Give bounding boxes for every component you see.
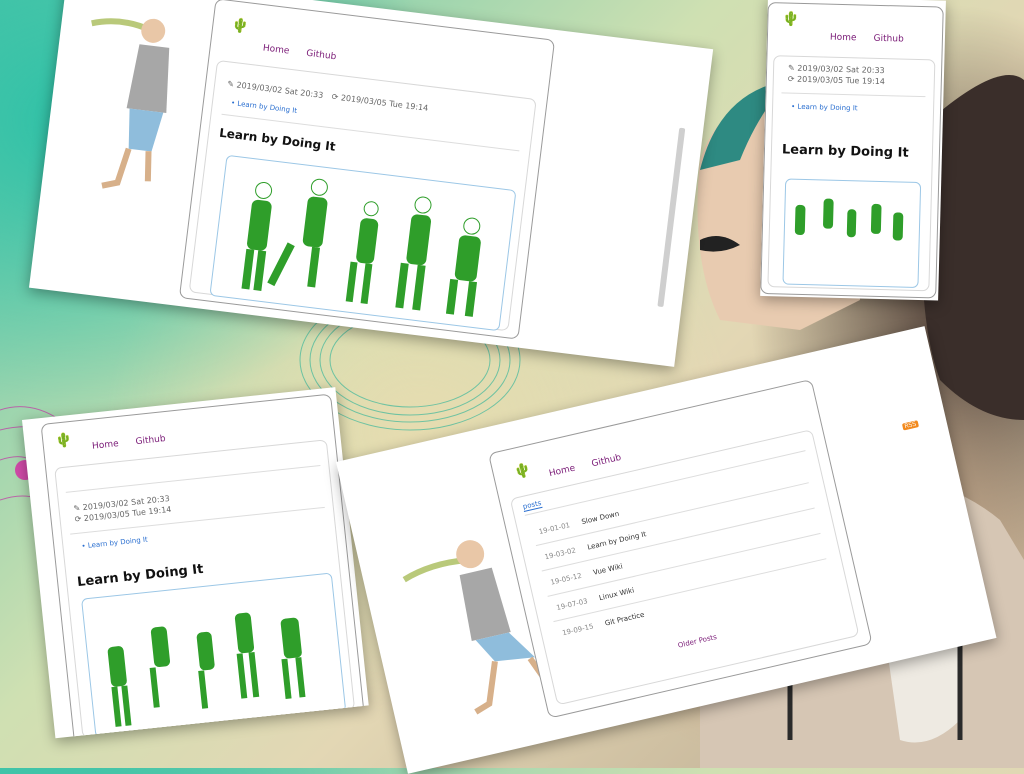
page-card: 🌵 Home Github ✎ 2019/03/02 Sat 20:33 ⟳ 2… bbox=[178, 0, 556, 340]
nav-github-link[interactable]: Github bbox=[135, 434, 166, 447]
toc-link[interactable]: Learn by Doing It bbox=[797, 103, 857, 113]
jumping-people-illustration bbox=[794, 198, 904, 241]
post-title: Learn by Doing It bbox=[76, 561, 205, 591]
list-item[interactable]: 19-03-02Learn by Doing It bbox=[544, 530, 647, 561]
nav-github-link[interactable]: Github bbox=[873, 34, 903, 45]
toc-link[interactable]: Learn by Doing It bbox=[237, 100, 298, 115]
post-panel: ✎ 2019/03/02 Sat 20:33 ⟳ 2019/03/05 Tue … bbox=[188, 59, 537, 332]
post-panel: ✎ 2019/03/02 Sat 20:33 ⟳ 2019/03/05 Tue … bbox=[767, 55, 936, 292]
screenshot-tablet-post: 🌵 Home Github ✎ 2019/03/02 Sat 20:33 ⟳ 2… bbox=[22, 387, 369, 739]
screenshot-desktop-post: 🌵 Home Github ✎ 2019/03/02 Sat 20:33 ⟳ 2… bbox=[29, 0, 714, 367]
jumping-girl-illustration bbox=[91, 18, 170, 189]
nav-github-link[interactable]: Github bbox=[591, 453, 623, 470]
refresh-icon: ⟳ bbox=[787, 74, 795, 84]
cactus-logo-icon: 🌵 bbox=[54, 431, 74, 450]
updated-date: 2019/03/05 Tue 19:14 bbox=[340, 93, 429, 113]
post-title: Learn by Doing It bbox=[781, 142, 909, 161]
nav-home-link[interactable]: Home bbox=[262, 43, 290, 56]
post-image bbox=[209, 154, 517, 332]
rss-icon[interactable]: RSS bbox=[901, 420, 919, 431]
edit-icon: ✎ bbox=[788, 63, 795, 73]
screenshot-desktop-list: 🌵 Home Github posts 19-01-01Slow Down 19… bbox=[336, 326, 997, 774]
cactus-logo-icon: 🌵 bbox=[512, 461, 533, 482]
nav-home-link[interactable]: Home bbox=[548, 463, 576, 479]
post-panel: ✎ 2019/03/02 Sat 20:33 ⟳ 2019/03/05 Tue … bbox=[54, 439, 356, 739]
cactus-logo-icon: 🌵 bbox=[782, 11, 801, 28]
post-image bbox=[81, 572, 347, 739]
cactus-logo-icon: 🌵 bbox=[230, 17, 250, 36]
edit-icon: ✎ bbox=[73, 503, 81, 514]
jumping-people-illustration bbox=[241, 178, 481, 317]
list-item[interactable]: 19-01-01Slow Down bbox=[538, 510, 620, 536]
page-card: 🌵 Home Github posts 19-01-01Slow Down 19… bbox=[488, 378, 873, 719]
tab-posts[interactable]: posts bbox=[522, 498, 543, 512]
page-card: 🌵 Home Github ✎ 2019/03/02 Sat 20:33 ⟳ 2… bbox=[760, 1, 944, 299]
nav-github-link[interactable]: Github bbox=[306, 49, 337, 63]
page-card: 🌵 Home Github ✎ 2019/03/02 Sat 20:33 ⟳ 2… bbox=[40, 393, 365, 739]
post-title: Learn by Doing It bbox=[218, 125, 337, 154]
nav-home-link[interactable]: Home bbox=[830, 33, 857, 44]
refresh-icon: ⟳ bbox=[331, 92, 339, 102]
post-image bbox=[782, 178, 922, 289]
toc-link[interactable]: Learn by Doing It bbox=[87, 536, 148, 550]
list-item[interactable]: 19-09-15Git Practice bbox=[561, 611, 645, 638]
refresh-icon: ⟳ bbox=[74, 514, 82, 525]
screenshot-mobile-post: 🌵 Home Github ✎ 2019/03/02 Sat 20:33 ⟳ 2… bbox=[760, 0, 946, 301]
edit-icon: ✎ bbox=[226, 79, 235, 90]
updated-date: 2019/03/05 Tue 19:14 bbox=[796, 74, 886, 87]
pager-link[interactable]: Older Posts bbox=[677, 633, 717, 650]
created-date: 2019/03/02 Sat 20:33 bbox=[235, 80, 324, 101]
nav-home-link[interactable]: Home bbox=[92, 439, 119, 452]
jumping-people-illustration bbox=[107, 612, 306, 727]
scrollbar[interactable] bbox=[657, 127, 686, 308]
